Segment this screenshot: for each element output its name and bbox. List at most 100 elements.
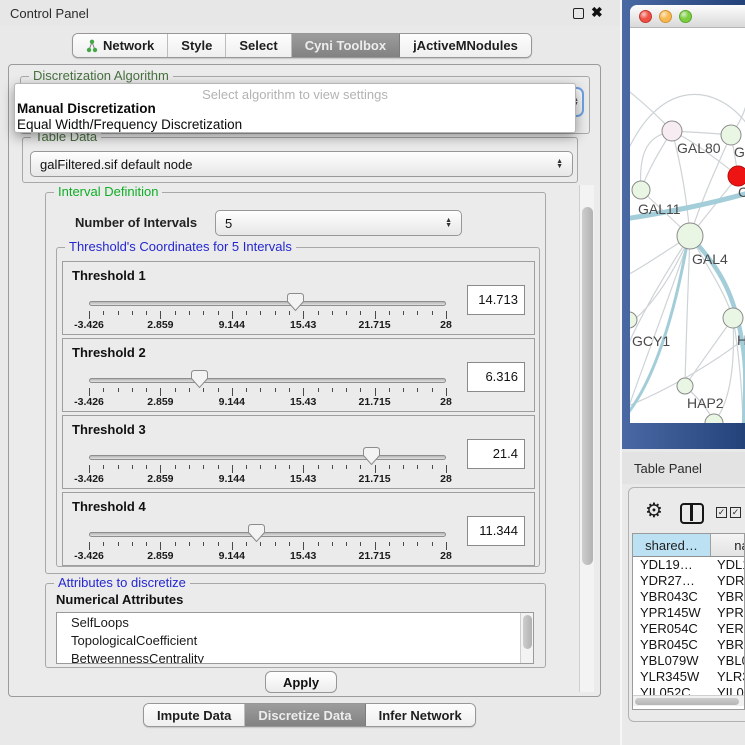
panel-scrollbar-track[interactable] <box>579 185 594 692</box>
tab-discretize-data[interactable]: Discretize Data <box>245 704 365 726</box>
threshold-slider-track[interactable] <box>89 455 446 460</box>
tab-style[interactable]: Style <box>168 34 226 57</box>
network-node[interactable] <box>677 378 693 394</box>
minimize-window-button[interactable] <box>659 10 672 23</box>
tab-label: Discretize Data <box>258 708 351 723</box>
threshold-value-field[interactable]: 21.4 <box>467 439 525 469</box>
attribute-item[interactable]: BetweennessCentrality <box>57 649 533 664</box>
tab-network[interactable]: Network <box>73 34 168 57</box>
tab-cyni-toolbox[interactable]: Cyni Toolbox <box>292 34 400 57</box>
network-node[interactable] <box>723 308 743 328</box>
numerical-attributes-list[interactable]: SelfLoopsTopologicalCoefficientBetweenne… <box>56 612 534 664</box>
close-window-button[interactable] <box>639 10 652 23</box>
slider-tick <box>360 465 361 469</box>
slider-tick <box>232 465 233 473</box>
panel-scrollbar-thumb[interactable] <box>582 207 593 565</box>
attribute-item[interactable]: SelfLoops <box>57 613 533 631</box>
slider-tick <box>332 311 333 315</box>
apply-button[interactable]: Apply <box>265 671 337 693</box>
table-row[interactable]: YBR043CYBR0 <box>633 589 745 605</box>
slider-tick-label: 21.715 <box>359 319 391 331</box>
slider-tick-label: 9.144 <box>219 473 245 485</box>
slider-tick <box>375 542 376 550</box>
slider-tick <box>318 388 319 392</box>
threshold-slider-thumb[interactable] <box>191 370 208 388</box>
slider-tick <box>260 311 261 315</box>
threshold-slider-track[interactable] <box>89 301 446 306</box>
table-row[interactable]: YDL19…YDL1 <box>633 557 745 573</box>
table-hscrollbar-thumb[interactable] <box>635 698 739 705</box>
tab-impute-data[interactable]: Impute Data <box>144 704 245 726</box>
slider-tick <box>360 542 361 546</box>
slider-tick <box>232 311 233 319</box>
top-tab-strip: Network Style Select Cyni ToolboxjActiveMNo… <box>72 33 532 58</box>
slider-tick <box>432 388 433 392</box>
threshold-value-field[interactable]: 14.713 <box>467 285 525 315</box>
tab-select[interactable]: Select <box>226 34 291 57</box>
network-canvas[interactable]: GAL80GACGAL11GAL4GCY1HHAP2 <box>630 28 745 423</box>
attributes-scrollbar-thumb[interactable] <box>523 615 532 649</box>
number-of-intervals-value: 5 <box>225 216 232 231</box>
tab-infer-network[interactable]: Infer Network <box>366 704 475 726</box>
threshold-slider-thumb[interactable] <box>287 293 304 311</box>
tab-jactivemnodules[interactable]: jActiveMNodules <box>400 34 531 57</box>
network-node[interactable] <box>662 121 682 141</box>
control-panel-titlebar <box>0 0 620 26</box>
popup-item-manual-discretization[interactable]: Manual Discretization <box>17 101 156 116</box>
slider-tick-label: 2.859 <box>147 473 173 485</box>
checkbox-icon[interactable]: ✓ <box>730 507 741 518</box>
slider-tick-label: -3.426 <box>74 550 104 562</box>
slider-tick <box>103 542 104 546</box>
zoom-window-button[interactable] <box>679 10 692 23</box>
network-node[interactable] <box>677 223 703 249</box>
number-of-intervals-combo[interactable]: 5 ▲▼ <box>215 210 462 236</box>
numerical-attributes-heading: Numerical Attributes <box>56 592 183 607</box>
close-panel-icon[interactable]: ✖ <box>591 4 603 21</box>
network-node[interactable] <box>705 414 723 423</box>
table-row[interactable]: YBR045CYBR0 <box>633 637 745 653</box>
slider-tick <box>260 542 261 546</box>
cell-shared-name: YBL079W <box>633 653 711 669</box>
network-node[interactable] <box>630 312 637 328</box>
table-row[interactable]: YPR145WYPR1 <box>633 605 745 621</box>
slider-tick <box>246 311 247 315</box>
threshold-slider-track[interactable] <box>89 378 446 383</box>
slider-tick-label: 21.715 <box>359 396 391 408</box>
split-columns-icon[interactable] <box>680 503 704 524</box>
table-data-combo[interactable]: galFiltered.sif default node ▲▼ <box>30 151 573 177</box>
table-row[interactable]: YER054CYER0 <box>633 621 745 637</box>
network-node-label: GA <box>734 144 745 160</box>
network-node-label: H <box>737 332 745 348</box>
threshold-label: Threshold 2 <box>72 345 146 360</box>
table-row[interactable]: YDR27…YDR2 <box>633 573 745 589</box>
tab-label: Style <box>181 38 212 53</box>
threshold-value-field[interactable]: 11.344 <box>467 516 525 546</box>
column-header-2[interactable]: name <box>711 534 745 557</box>
column-header-1[interactable]: shared… <box>633 534 711 557</box>
slider-tick-label: 9.144 <box>219 550 245 562</box>
table-row[interactable]: YLR345WYLR3 <box>633 669 745 685</box>
network-node-label: GAL11 <box>638 201 681 217</box>
attribute-item[interactable]: TopologicalCoefficient <box>57 631 533 649</box>
checkbox-icon[interactable]: ✓ <box>716 507 727 518</box>
tab-label: Select <box>239 38 277 53</box>
threshold-slider-thumb[interactable] <box>363 447 380 465</box>
slider-tick <box>189 311 190 315</box>
network-view-window[interactable]: GAL80GACGAL11GAL4GCY1HHAP2 <box>630 5 745 423</box>
threshold-slider-track[interactable] <box>89 532 446 537</box>
table-hscrollbar-track[interactable] <box>633 695 744 706</box>
network-node-label: HAP2 <box>687 395 724 411</box>
table-row[interactable]: YBL079WYBL0 <box>633 653 745 669</box>
tab-label: Impute Data <box>157 708 231 723</box>
slider-tick <box>160 311 161 319</box>
popup-item-equal-width-frequency-discretization[interactable]: Equal Width/Frequency Discretization <box>17 117 242 132</box>
network-node[interactable] <box>728 166 745 186</box>
gear-icon[interactable]: ⚙ <box>645 498 663 523</box>
slider-tick <box>189 542 190 546</box>
network-node[interactable] <box>632 181 650 199</box>
threshold-value-field[interactable]: 6.316 <box>467 362 525 392</box>
float-window-icon[interactable] <box>573 8 584 19</box>
network-node[interactable] <box>721 125 741 145</box>
attributes-scrollbar-track[interactable] <box>520 613 533 664</box>
threshold-slider-thumb[interactable] <box>248 524 265 542</box>
